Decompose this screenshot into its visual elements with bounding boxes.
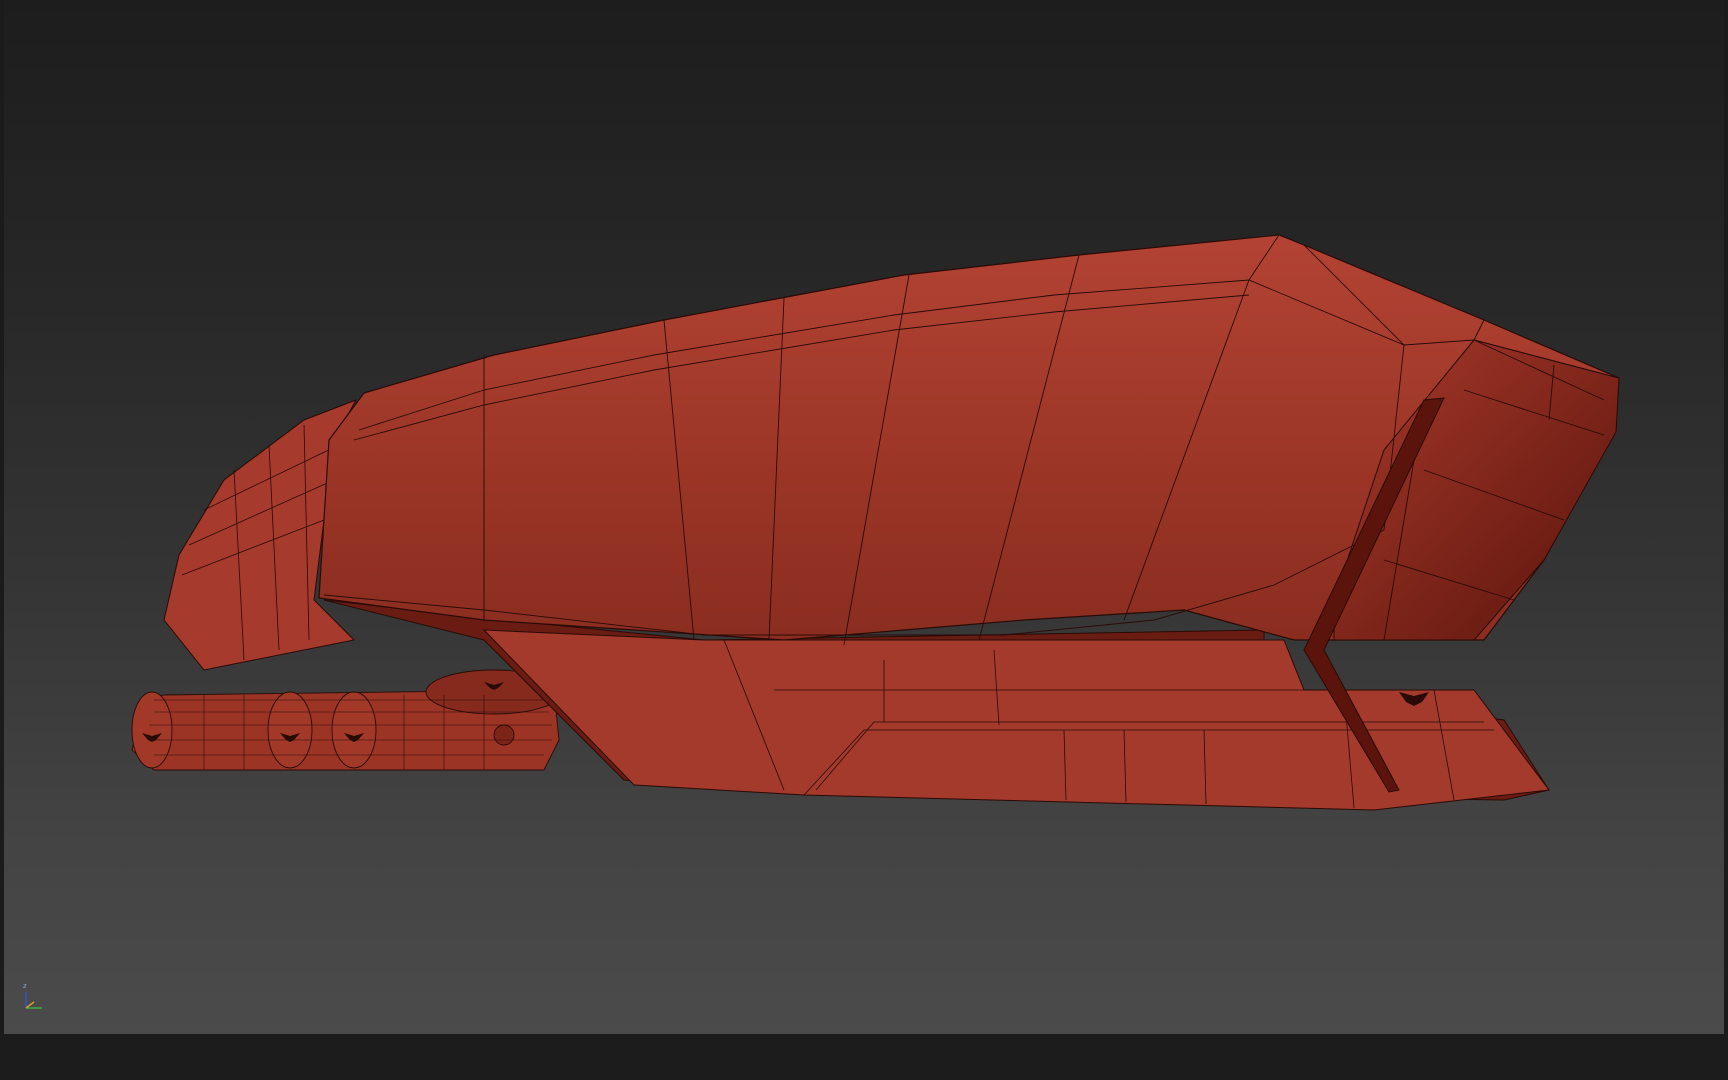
spaceship-model[interactable] [4, 0, 1724, 1034]
app-window: z [0, 0, 1728, 1080]
3d-viewport[interactable]: z [4, 0, 1724, 1034]
axis-z-label: z [23, 982, 27, 990]
viewport-bottom-bar [0, 1034, 1728, 1080]
